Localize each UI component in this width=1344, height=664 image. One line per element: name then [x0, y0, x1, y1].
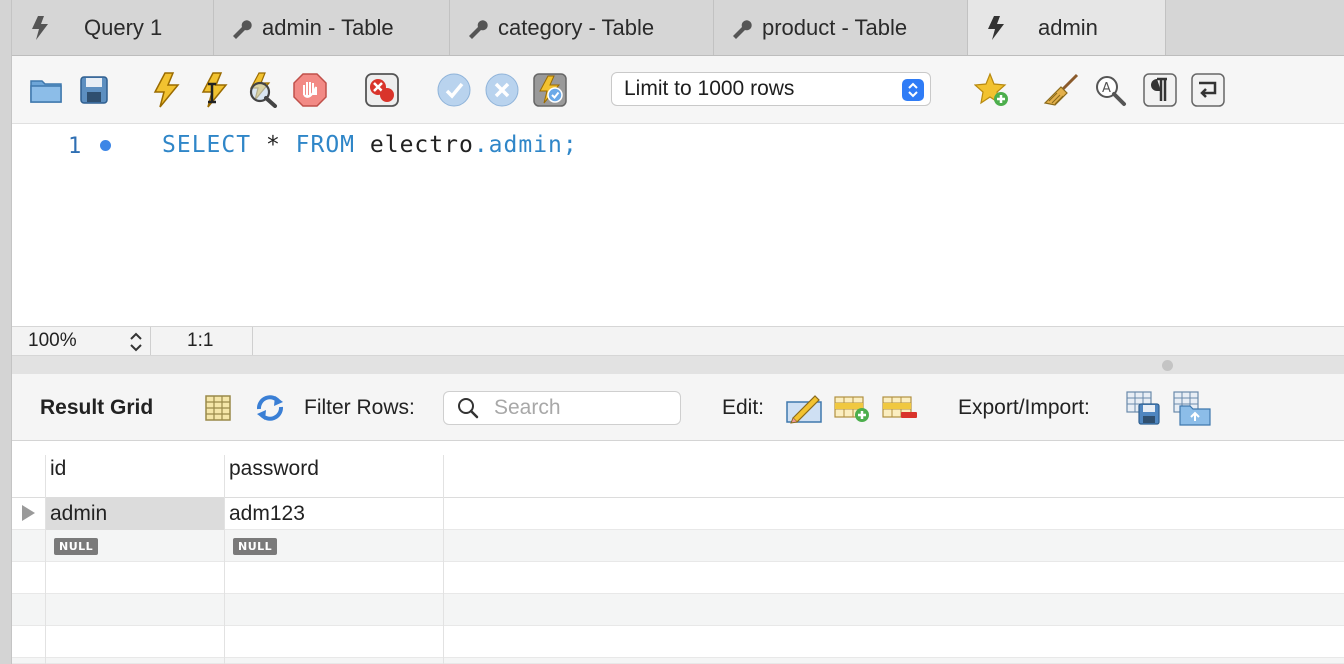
export-import-label: Export/Import: — [958, 396, 1090, 419]
panel-splitter[interactable] — [12, 356, 1344, 374]
tab-admin-table[interactable]: admin - Table — [214, 0, 450, 55]
filter-rows-search[interactable] — [443, 391, 681, 425]
wrench-icon — [230, 16, 254, 40]
execute-current-icon[interactable] — [194, 70, 234, 110]
empty-row — [12, 658, 1344, 664]
sql-table-name: admin — [488, 132, 563, 158]
sql-keyword-select: SELECT — [162, 132, 252, 158]
column-header-label: password — [229, 457, 319, 480]
open-folder-icon[interactable] — [26, 70, 66, 110]
status-divider — [252, 327, 253, 355]
zoom-stepper-icon[interactable] — [128, 330, 144, 354]
tab-query-1[interactable]: Query 1 — [12, 0, 214, 55]
limit-rows-select[interactable]: Limit to 1000 rows — [611, 72, 931, 106]
autocommit-toggle-icon[interactable] — [530, 70, 570, 110]
wrench-icon — [466, 16, 490, 40]
table-cell[interactable]: adm123 — [225, 498, 443, 530]
sql-query-text[interactable]: SELECT * FROM electro.admin; — [162, 132, 578, 158]
search-icon — [456, 396, 480, 420]
cell-value: adm123 — [229, 502, 305, 525]
result-grid-label[interactable]: Result Grid — [40, 396, 153, 420]
execute-lightning-icon[interactable] — [146, 70, 186, 110]
save-icon[interactable] — [74, 70, 114, 110]
grid-layout-icon[interactable] — [198, 388, 238, 428]
column-divider — [45, 455, 46, 664]
result-grid: id password admin adm123 NULL NULL — [12, 441, 1344, 664]
empty-row — [12, 594, 1344, 626]
word-wrap-icon[interactable] — [1188, 70, 1228, 110]
beautify-broom-icon[interactable] — [1042, 70, 1082, 110]
sql-schema-name: electro — [355, 132, 474, 158]
add-row-icon[interactable] — [832, 388, 872, 428]
wrench-icon — [730, 16, 754, 40]
sql-dot: . — [473, 132, 489, 158]
statement-marker-dot — [100, 140, 111, 151]
null-badge: NULL — [233, 537, 278, 555]
tab-label: product - Table — [762, 14, 908, 40]
edit-label: Edit: — [722, 396, 765, 419]
zoom-level[interactable]: 100% — [28, 330, 77, 352]
edit-row-pencil-icon[interactable] — [784, 388, 824, 428]
status-divider — [150, 327, 151, 355]
column-header-password[interactable]: password — [225, 441, 443, 497]
invisible-chars-pilcrow-icon[interactable] — [1140, 70, 1180, 110]
search-input[interactable] — [494, 396, 654, 420]
column-header-label: id — [50, 457, 67, 480]
table-cell[interactable]: admin — [46, 498, 224, 530]
import-folder-icon[interactable] — [1172, 388, 1212, 428]
explain-magnifier-icon[interactable] — [242, 70, 282, 110]
toggle-stop-on-error-icon[interactable] — [362, 70, 402, 110]
delete-row-icon[interactable] — [880, 388, 920, 428]
table-cell[interactable]: NULL — [50, 530, 224, 562]
rollback-x-icon[interactable] — [482, 70, 522, 110]
sql-semicolon: ; — [562, 132, 578, 158]
column-divider[interactable] — [224, 455, 225, 664]
limit-rows-value: Limit to 1000 rows — [624, 77, 795, 100]
commit-check-icon[interactable] — [434, 70, 474, 110]
editor-status-bar: 100% 1:1 — [12, 326, 1344, 356]
empty-row — [12, 562, 1344, 594]
stop-icon[interactable] — [290, 70, 330, 110]
cursor-position: 1:1 — [187, 330, 214, 351]
lightning-icon — [984, 15, 1008, 40]
sql-editor[interactable]: 1 SELECT * FROM electro.admin; — [12, 124, 1344, 326]
null-badge: NULL — [54, 537, 99, 555]
tab-label: Query 1 — [84, 14, 163, 40]
sql-keyword-from: FROM — [295, 132, 356, 158]
table-cell[interactable]: NULL — [229, 530, 443, 562]
find-replace-icon[interactable]: A — [1090, 70, 1130, 110]
tab-bar: Query 1 admin - Table category - Table p… — [12, 0, 1344, 56]
svg-text:A: A — [1102, 81, 1111, 96]
result-toolbar: Result Grid Filter Rows: Edit: Export/Im… — [12, 374, 1344, 441]
refresh-icon[interactable] — [250, 388, 290, 428]
lightning-icon — [28, 15, 52, 40]
table-row-new[interactable]: NULL NULL — [12, 530, 1344, 562]
left-border — [0, 0, 12, 664]
row-pointer-icon — [22, 505, 35, 521]
column-header-id[interactable]: id — [46, 441, 224, 497]
tab-label: admin — [1038, 14, 1098, 40]
filter-rows-label: Filter Rows: — [304, 396, 415, 419]
tab-admin[interactable]: admin — [968, 0, 1166, 55]
export-save-icon[interactable] — [1124, 388, 1164, 428]
sql-star: * — [251, 132, 296, 158]
column-divider[interactable] — [443, 455, 444, 664]
tab-product-table[interactable]: product - Table — [714, 0, 968, 55]
line-number: 1 — [68, 134, 82, 159]
splitter-handle-icon[interactable] — [1162, 360, 1173, 371]
add-snippet-star-icon[interactable] — [972, 70, 1012, 110]
tab-category-table[interactable]: category - Table — [450, 0, 714, 55]
empty-row — [12, 626, 1344, 658]
table-row[interactable]: admin adm123 — [12, 498, 1344, 530]
cell-value: admin — [50, 502, 108, 525]
query-toolbar: Limit to 1000 rows A — [12, 56, 1344, 124]
tab-label: category - Table — [498, 14, 655, 40]
updown-chevron-icon — [902, 79, 924, 101]
tab-label: admin - Table — [262, 14, 394, 40]
